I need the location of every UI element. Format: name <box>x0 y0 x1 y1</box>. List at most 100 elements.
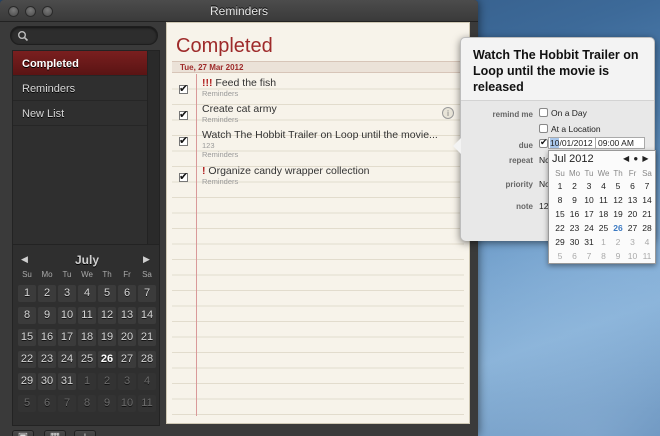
calendar-day[interactable]: 22 <box>18 351 36 368</box>
date-picker-day[interactable]: 5 <box>611 181 625 191</box>
calendar-day[interactable]: 14 <box>138 307 156 324</box>
calendar-day[interactable]: 9 <box>98 395 116 412</box>
date-picker-day[interactable]: 21 <box>640 209 654 219</box>
calendar-day[interactable]: 2 <box>38 285 56 302</box>
calendar-day[interactable]: 25 <box>78 351 96 368</box>
sidebar-list-completed[interactable]: Completed <box>13 51 147 76</box>
date-picker-day[interactable]: 4 <box>640 237 654 247</box>
reminder-title[interactable]: !!! Feed the fish <box>202 77 276 89</box>
date-picker-day[interactable]: 15 <box>553 209 567 219</box>
date-picker-day[interactable]: 9 <box>568 195 582 205</box>
date-picker-day[interactable]: 18 <box>597 209 611 219</box>
calendar-day[interactable]: 13 <box>118 307 136 324</box>
calendar-day[interactable]: 8 <box>18 307 36 324</box>
date-picker-day[interactable]: 3 <box>626 237 640 247</box>
sidebar-list-reminders[interactable]: Reminders <box>13 76 147 101</box>
date-picker-day[interactable]: 9 <box>611 251 625 261</box>
calendar-next-month-icon[interactable]: ▶ <box>143 254 153 264</box>
date-picker-day[interactable]: 26 <box>611 223 625 233</box>
lists-scrollbar[interactable] <box>147 51 159 259</box>
date-picker-day[interactable]: 22 <box>553 223 567 233</box>
date-picker-day[interactable]: 27 <box>626 223 640 233</box>
calendar-day[interactable]: 17 <box>58 329 76 346</box>
date-picker-day[interactable]: 10 <box>626 251 640 261</box>
date-picker-day[interactable]: 28 <box>640 223 654 233</box>
calendar-day[interactable]: 9 <box>38 307 56 324</box>
search-input[interactable] <box>10 26 158 45</box>
date-picker-day[interactable]: 1 <box>553 181 567 191</box>
complete-checkbox[interactable]: ✔ <box>179 135 188 147</box>
due-checkbox[interactable]: ✔ <box>539 137 548 148</box>
calendar-day[interactable]: 11 <box>78 307 96 324</box>
calendar-day[interactable]: 7 <box>58 395 76 412</box>
due-date-field[interactable]: 10/01/2012 <box>548 137 596 149</box>
date-picker-day[interactable]: 5 <box>553 251 567 261</box>
date-picker-day[interactable]: 8 <box>597 251 611 261</box>
calendar-day[interactable]: 2 <box>98 373 116 390</box>
date-picker-day[interactable]: 14 <box>640 195 654 205</box>
date-picker-day[interactable]: 2 <box>568 181 582 191</box>
complete-checkbox[interactable]: ✔ <box>179 171 188 183</box>
date-picker-day[interactable]: 24 <box>582 223 596 233</box>
calendar-day[interactable]: 15 <box>18 329 36 346</box>
calendar-day[interactable]: 6 <box>118 285 136 302</box>
sidebar-list-new-list[interactable]: New List <box>13 101 147 126</box>
calendar-day[interactable]: 5 <box>98 285 116 302</box>
info-icon[interactable]: i <box>442 107 454 119</box>
at-a-location-checkbox[interactable] <box>539 124 548 133</box>
date-picker-day[interactable]: 7 <box>640 181 654 191</box>
date-picker-day[interactable]: 2 <box>611 237 625 247</box>
date-picker-day[interactable]: 30 <box>568 237 582 247</box>
reminder-title[interactable]: ! Organize candy wrapper collection <box>202 165 370 177</box>
calendar-day[interactable]: 4 <box>138 373 156 390</box>
date-picker-day[interactable]: 8 <box>553 195 567 205</box>
calendar-day[interactable]: 11 <box>138 395 156 412</box>
calendar-day[interactable]: 30 <box>38 373 56 390</box>
calendar-day[interactable]: 3 <box>118 373 136 390</box>
due-time-field[interactable]: 09:00 AM <box>595 137 645 149</box>
date-picker-day[interactable]: 17 <box>582 209 596 219</box>
calendar-day[interactable]: 4 <box>78 285 96 302</box>
date-picker-day[interactable]: 6 <box>568 251 582 261</box>
reminder-title[interactable]: Create cat army <box>202 103 277 115</box>
calendar-day[interactable]: 7 <box>138 285 156 302</box>
date-picker-day[interactable]: 4 <box>597 181 611 191</box>
show-sidebar-button[interactable]: ▣ <box>12 430 34 436</box>
date-picker-day[interactable]: 16 <box>568 209 582 219</box>
calendar-day[interactable]: 23 <box>38 351 56 368</box>
date-picker-day[interactable]: 29 <box>553 237 567 247</box>
date-picker-day[interactable]: 7 <box>582 251 596 261</box>
calendar-day[interactable]: 31 <box>58 373 76 390</box>
calendar-day[interactable]: 27 <box>118 351 136 368</box>
date-picker-day[interactable]: 10 <box>582 195 596 205</box>
date-picker-day[interactable]: 31 <box>582 237 596 247</box>
calendar-day[interactable]: 21 <box>138 329 156 346</box>
complete-checkbox[interactable]: ✔ <box>179 83 188 95</box>
date-picker-day[interactable]: 19 <box>611 209 625 219</box>
date-picker-day[interactable]: 3 <box>582 181 596 191</box>
calendar-day[interactable]: 29 <box>18 373 36 390</box>
add-list-button[interactable]: + <box>74 430 96 436</box>
reminder-title[interactable]: Watch The Hobbit Trailer on Loop until t… <box>202 129 438 141</box>
calendar-day[interactable]: 10 <box>118 395 136 412</box>
calendar-day[interactable]: 16 <box>38 329 56 346</box>
calendar-day[interactable]: 5 <box>18 395 36 412</box>
popover-title[interactable]: Watch The Hobbit Trailer on Loop until t… <box>473 47 649 95</box>
calendar-day[interactable]: 1 <box>78 373 96 390</box>
date-picker-day[interactable]: 25 <box>597 223 611 233</box>
calendar-button[interactable]: ▦ <box>44 430 66 436</box>
complete-checkbox[interactable]: ✔ <box>179 109 188 121</box>
date-picker-day[interactable]: 20 <box>626 209 640 219</box>
on-a-day-checkbox[interactable] <box>539 108 548 117</box>
calendar-day[interactable]: 3 <box>58 285 76 302</box>
calendar-day[interactable]: 19 <box>98 329 116 346</box>
date-picker-day[interactable]: 23 <box>568 223 582 233</box>
date-picker-day[interactable]: 1 <box>597 237 611 247</box>
titlebar[interactable]: Reminders <box>0 0 478 22</box>
date-picker-day[interactable]: 11 <box>597 195 611 205</box>
calendar-day[interactable]: 6 <box>38 395 56 412</box>
calendar-day[interactable]: 1 <box>18 285 36 302</box>
date-picker-day[interactable]: 13 <box>626 195 640 205</box>
date-picker-day[interactable]: 11 <box>640 251 654 261</box>
date-picker-nav-icons[interactable]: ◀ ● ▶ <box>623 154 650 163</box>
